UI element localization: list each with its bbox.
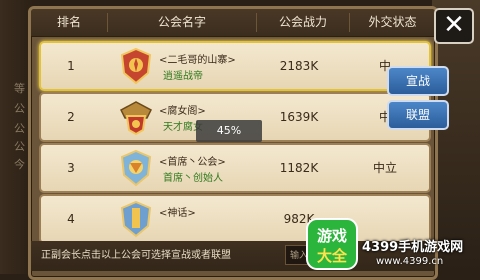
header-name: 公会名字 [157,15,206,29]
bg-label: 等 [14,82,25,95]
guild-rank: 4 [67,212,75,226]
guild-rank: 1 [67,59,75,73]
watermark-logo-icon: 游戏 大全 [306,218,358,270]
guild-leader: 首席丶创始人 [163,173,223,184]
loading-indicator: 45% [196,120,262,142]
header-power: 公会战力 [278,15,327,29]
bg-label: 公 [14,102,25,115]
guild-leader: 逍遥战帝 [163,71,203,82]
guild-power: 1639K [279,110,319,124]
guild-rank: 2 [67,110,75,124]
guild-emblem-icon [120,149,152,187]
table-header: 排名 公会名字 公会战力 外交状态 [31,9,435,37]
guild-power: 1182K [279,161,319,175]
bg-label: 公 [14,122,25,135]
close-button[interactable]: ✕ [434,8,474,44]
alliance-button[interactable]: 联盟 [387,100,449,130]
guild-name: <首席丶公会> [159,157,226,168]
header-status: 外交状态 [368,15,417,29]
guild-status: 中立 [372,161,397,175]
guild-power: 2183K [279,59,319,73]
guild-name: <腐女阁> [159,106,206,117]
guild-emblem-icon [120,200,152,238]
watermark-logo-bottom: 大全 [317,247,348,265]
watermark-logo-top: 游戏 [317,227,347,245]
guild-row[interactable]: 1 <二毛哥的山寨> 逍遥战帝 2183K 中 [39,41,431,91]
footer-tip: 正副会长点击以上公会可选择宣战或者联盟 [41,250,231,261]
declare-war-button[interactable]: 宣战 [387,66,449,96]
bg-label: 今 [14,158,25,171]
watermark-site-url: www.4399.cn [376,256,444,267]
watermark-site-name: 4399手机游戏网 [362,240,464,255]
guild-emblem-icon [120,47,152,85]
header-rank: 排名 [56,15,81,29]
guild-row[interactable]: 3 <首席丶公会> 首席丶创始人 1182K 中立 [39,143,431,193]
guild-emblem-icon [120,101,152,136]
guild-rank: 3 [67,161,75,175]
guild-name: <神话> [159,208,196,219]
bg-label: 公 [14,140,25,153]
guild-name: <二毛哥的山寨> [159,55,236,66]
